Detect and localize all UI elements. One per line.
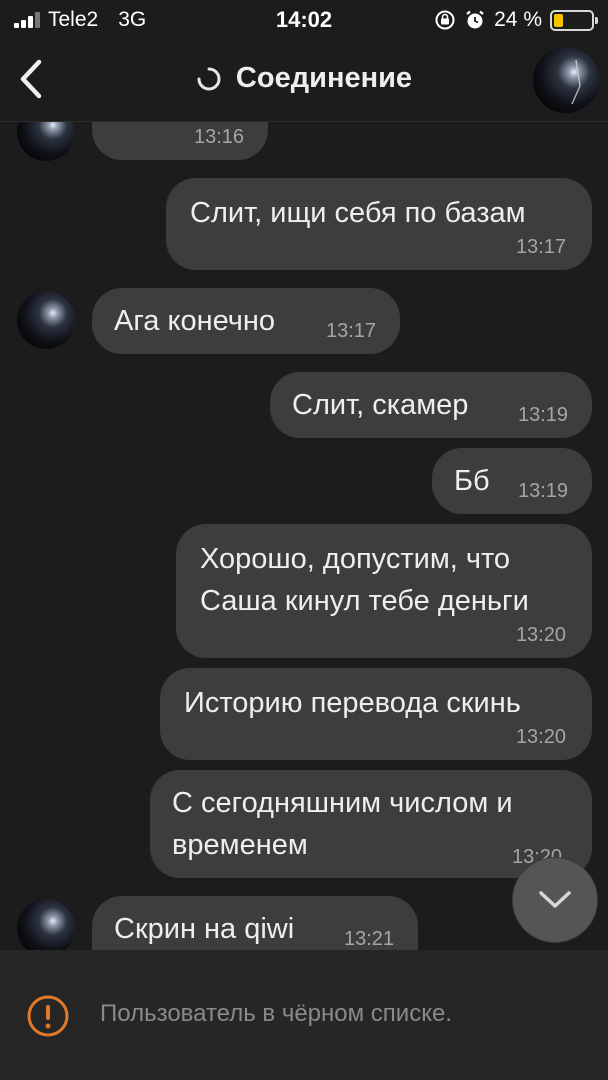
message-text-line: Саша кинул тебе деньги [200,585,529,617]
chevron-down-icon [539,891,571,908]
message-bubble[interactable]: Слит, ищи себя по базам 13:17 [166,178,592,270]
message-bubble[interactable]: Слит, скамер 13:19 [270,372,592,438]
message-bubble[interactable]: Историю перевода скинь 13:20 [160,668,592,760]
message-time: 13:20 [515,624,566,646]
message-time: 13:20 [515,726,566,748]
battery-percent: 24 % [494,8,542,31]
battery-icon [550,9,598,31]
message-text: Историю перевода скинь [184,687,521,719]
message-bubble[interactable]: Бб 13:19 [432,448,592,514]
battery-fill [554,13,563,27]
message-text-line: С сегодняшним числом и [172,787,513,819]
header-title-group: Соединение [0,62,608,95]
message-text: Ага конечно [114,305,276,337]
message-time: 13:19 [518,404,569,426]
message-bubble[interactable]: Скрин на qiwi 13:21 [92,896,418,950]
sender-avatar[interactable] [16,898,76,950]
blocked-notice-text: Пользователь в чёрном списке. [100,1000,452,1027]
contact-avatar[interactable] [532,46,600,114]
message-bubble[interactable]: Хорошо, допустим, что Саша кинул тебе де… [176,524,592,658]
alarm-icon [466,10,484,29]
message-bubble[interactable]: С сегодняшним числом и временем 13:20 [150,770,592,878]
message-text: Слит, ищи себя по базам [190,197,526,229]
message-time: 13:17 [515,236,566,258]
message-text: Бб [454,465,490,497]
page-title: Соединение [235,62,413,94]
message-time: 13:19 [518,480,569,502]
scroll-to-bottom-button[interactable] [513,858,597,942]
message-text: Слит, скамер [292,389,469,421]
message-bubble[interactable]: Что 13:16 [92,122,268,160]
loading-spinner-icon [197,67,221,90]
message-text-line: Хорошо, допустим, что [200,543,511,575]
warning-icon [27,995,69,1037]
sender-avatar[interactable] [16,290,76,350]
status-bar: Tele2 3G 14:02 24 % [0,0,608,40]
blocked-notice-bar: Пользователь в чёрном списке. [0,950,608,1080]
sender-avatar[interactable] [16,122,76,162]
message-text-line: временем [172,829,308,861]
orientation-lock-icon [435,10,455,30]
status-right: 24 % [434,8,598,32]
message-text: Что [114,122,162,132]
message-time: 13:17 [326,320,377,342]
message-list[interactable]: Что 13:16 Слит, ищи себя по базам 13:17 … [0,122,608,950]
message-time: 13:16 [194,126,245,148]
message-time: 13:21 [344,928,395,950]
message-bubble[interactable]: Ага конечно 13:17 [92,288,400,354]
message-text: Скрин на qiwi [114,913,295,945]
chat-header: Соединение [0,40,608,122]
